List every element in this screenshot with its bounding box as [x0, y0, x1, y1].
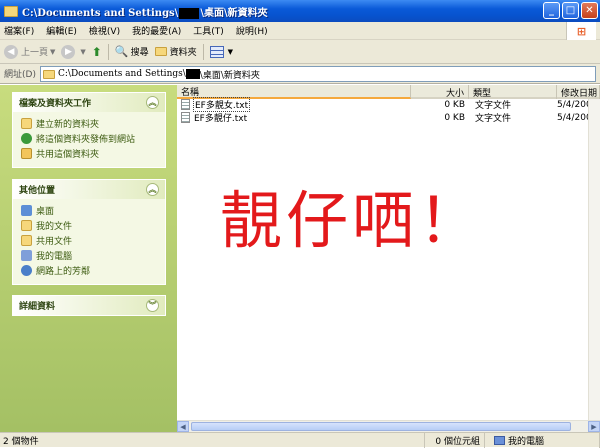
toolbar-divider: [202, 43, 204, 60]
scroll-left-icon[interactable]: ◀: [177, 421, 189, 432]
address-label: 網址(D): [4, 70, 36, 80]
place-desktop[interactable]: 桌面: [21, 203, 157, 218]
column-type[interactable]: 類型: [469, 85, 557, 99]
search-button[interactable]: 🔍 搜尋: [115, 45, 149, 58]
network-icon: [21, 265, 32, 276]
menu-view[interactable]: 檢視(V): [89, 24, 120, 37]
file-folder-tasks-panel: 檔案及資料夾工作 ︽ 建立新的資料夾 將這個資料夾發佈到網站 共用這個資料夾: [12, 92, 166, 168]
desktop-icon: [21, 205, 32, 216]
menu-edit[interactable]: 編輯(E): [46, 24, 77, 37]
collapse-icon[interactable]: ︽: [146, 183, 159, 196]
folder-icon: [4, 5, 18, 17]
scroll-thumb[interactable]: [191, 422, 571, 431]
globe-icon: [21, 133, 32, 144]
views-button[interactable]: ▼: [209, 45, 233, 58]
close-button[interactable]: ✕: [581, 2, 598, 19]
place-my-documents[interactable]: 我的文件: [21, 218, 157, 233]
panel-header[interactable]: 其他位置 ︽: [13, 180, 165, 199]
column-date[interactable]: 修改日期: [557, 85, 600, 99]
folder-icon: [21, 220, 32, 231]
minimize-button[interactable]: _: [543, 2, 560, 19]
menu-file[interactable]: 檔案(F): [4, 24, 34, 37]
menu-bar: 檔案(F) 編輯(E) 檢視(V) 我的最愛(A) 工具(T) 說明(H): [0, 22, 600, 40]
scroll-right-icon[interactable]: ▶: [588, 421, 600, 432]
redaction-mask: [179, 7, 200, 19]
computer-icon: [21, 250, 32, 261]
folder-icon: [21, 235, 32, 246]
horizontal-scrollbar[interactable]: ◀ ▶: [177, 420, 600, 432]
menu-favorites[interactable]: 我的最愛(A): [132, 24, 181, 37]
chevron-down-icon: ▼: [227, 47, 233, 56]
task-new-folder[interactable]: 建立新的資料夾: [21, 116, 157, 131]
place-my-computer[interactable]: 我的電腦: [21, 248, 157, 263]
task-publish-web[interactable]: 將這個資料夾發佈到網站: [21, 131, 157, 146]
back-button[interactable]: ◀ 上一頁 ▼: [4, 44, 56, 59]
forward-button[interactable]: ▶ ▼: [61, 44, 86, 59]
windows-logo-icon: ⊞: [566, 22, 596, 40]
status-location: 我的電腦: [485, 432, 600, 448]
expand-icon[interactable]: ︾: [146, 299, 159, 312]
window-title: C:\Documents and Settings\ \桌面\新資料夾: [22, 7, 268, 19]
address-bar: 網址(D) C:\Documents and Settings\ \桌面\新資料夾: [0, 64, 600, 84]
vertical-scrollbar[interactable]: [588, 99, 600, 420]
shared-folder-icon: [21, 148, 32, 159]
status-bar: 2 個物件 0 個位元組 我的電腦: [0, 432, 600, 448]
maximize-button[interactable]: □: [562, 2, 579, 19]
toolbar: ◀ 上一頁 ▼ ▶ ▼ ⬆ 🔍 搜尋 資料夾 ▼: [0, 40, 600, 64]
menu-help[interactable]: 說明(H): [236, 24, 268, 37]
task-share-folder[interactable]: 共用這個資料夾: [21, 146, 157, 161]
file-row[interactable]: EF多靚仔.txt 0 KB 文字文件 5/4/2007 13: [177, 111, 600, 124]
forward-arrow-icon: ▶: [61, 44, 76, 59]
title-bar[interactable]: C:\Documents and Settings\ \桌面\新資料夾 _ □ ✕: [0, 0, 600, 22]
details-panel: 詳細資料 ︾: [12, 295, 166, 316]
menu-tools[interactable]: 工具(T): [193, 24, 224, 37]
text-file-icon: [181, 112, 190, 123]
text-file-icon: [181, 99, 190, 110]
place-shared-documents[interactable]: 共用文件: [21, 233, 157, 248]
folder-icon: [154, 47, 167, 56]
panel-header[interactable]: 檔案及資料夾工作 ︽: [13, 93, 165, 112]
address-input[interactable]: C:\Documents and Settings\ \桌面\新資料夾: [40, 66, 596, 82]
toolbar-divider: [107, 43, 109, 60]
task-pane: 檔案及資料夾工作 ︽ 建立新的資料夾 將這個資料夾發佈到網站 共用這個資料夾 其…: [0, 85, 177, 432]
column-size[interactable]: 大小: [411, 85, 469, 99]
file-row[interactable]: EF多靚女.txt 0 KB 文字文件 5/4/2007 13: [177, 97, 600, 112]
collapse-icon[interactable]: ︽: [146, 96, 159, 109]
back-arrow-icon: ◀: [4, 44, 18, 59]
status-count: 2 個物件: [0, 432, 425, 448]
status-size: 0 個位元組: [425, 432, 485, 448]
folders-button[interactable]: 資料夾: [154, 45, 197, 58]
place-network[interactable]: 網路上的芳鄰: [21, 263, 157, 278]
views-icon: [209, 45, 224, 58]
search-icon: 🔍: [114, 45, 129, 58]
up-folder-icon[interactable]: ⬆: [92, 45, 102, 59]
folder-icon: [43, 69, 55, 79]
panel-header[interactable]: 詳細資料 ︾: [13, 296, 165, 315]
chevron-down-icon: ▼: [50, 47, 56, 56]
other-places-panel: 其他位置 ︽ 桌面 我的文件 共用文件 我的電腦 網路上的芳鄰: [12, 179, 166, 285]
new-folder-icon: [21, 118, 32, 129]
redaction-mask: [185, 69, 200, 79]
overlay-caption: 靚仔哂！: [220, 184, 485, 257]
chevron-down-icon: ▼: [80, 47, 86, 56]
computer-icon: [494, 435, 505, 445]
